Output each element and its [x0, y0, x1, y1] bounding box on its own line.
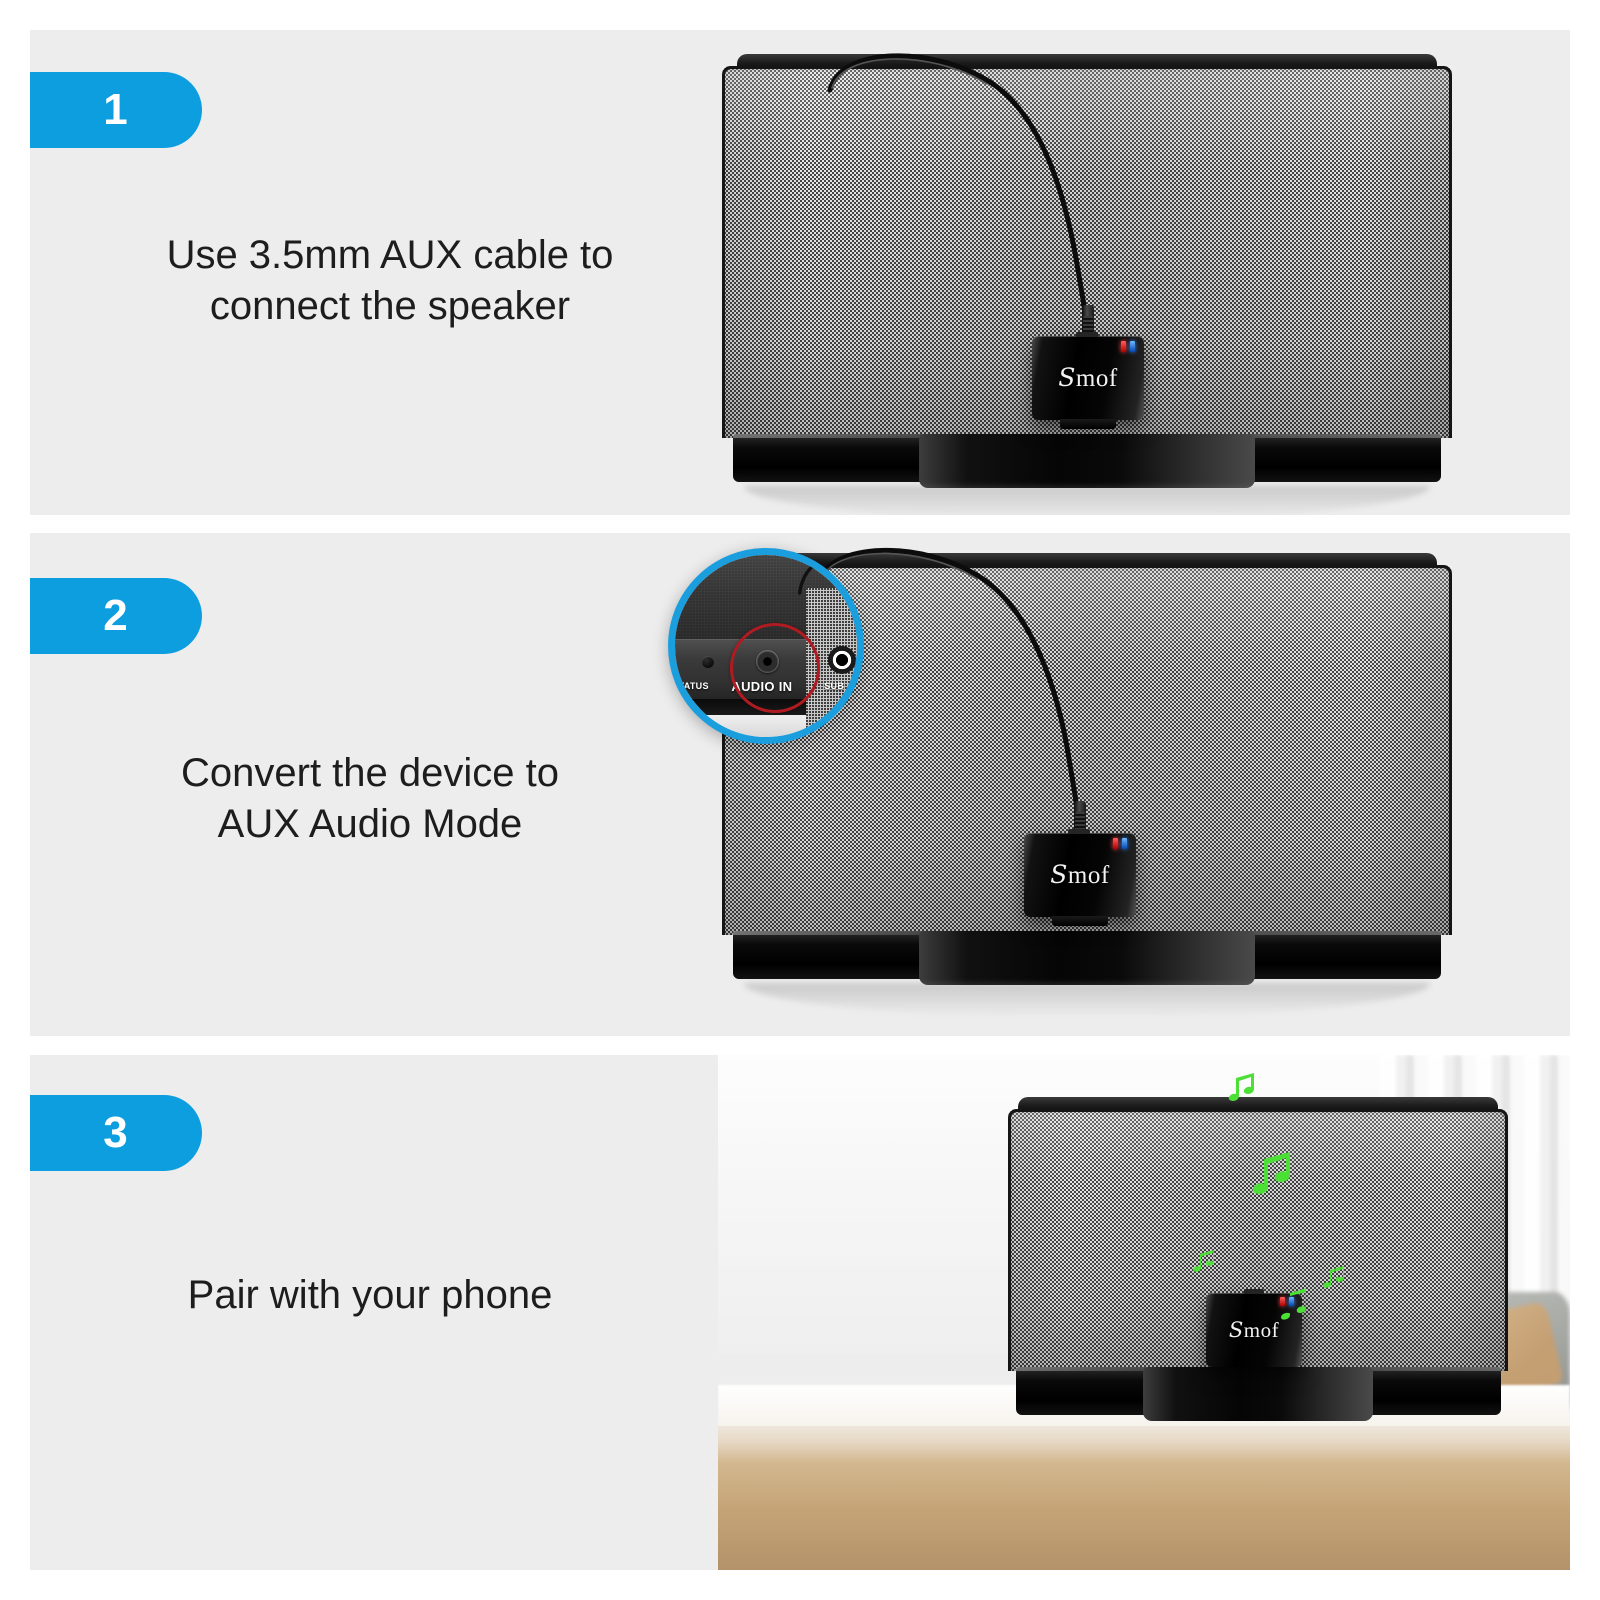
sub-out-jack	[827, 646, 856, 674]
smof-logo-text: mof	[1243, 1317, 1280, 1342]
smof-notch	[1244, 1289, 1264, 1294]
smof-logo: Smof	[1058, 363, 1117, 393]
sub-port-label: SUB	[824, 681, 845, 692]
status-port-label: TATUS	[678, 680, 709, 691]
music-note-icon	[1322, 1266, 1344, 1288]
smof-notch	[1076, 332, 1098, 337]
step-1-panel: 1 Use 3.5mm AUX cable to connect the spe…	[30, 30, 1570, 515]
smof-transmitter: Smof	[1032, 332, 1144, 429]
smof-logo-s: S	[1228, 1317, 1244, 1342]
step-3-caption: Pair with your phone	[60, 1270, 680, 1321]
smof-logo-s: S	[1058, 363, 1076, 392]
smof-logo-s: S	[1050, 860, 1068, 889]
smof-logo-text: mof	[1075, 365, 1118, 392]
smof-logo-text: mof	[1067, 862, 1110, 889]
music-note-icon	[1228, 1073, 1254, 1101]
smof-foot	[1060, 419, 1116, 429]
smof-led-group	[1121, 341, 1135, 352]
blue-led	[1130, 341, 1135, 352]
aux-cable	[827, 53, 1091, 351]
smof-transmitter: Smof	[1024, 829, 1136, 926]
smof-notch	[1068, 829, 1090, 834]
aux-cable-zoom	[797, 555, 845, 596]
port-magnifier: TATUS AUDIO IN SUB	[668, 548, 864, 744]
red-led	[1121, 341, 1126, 352]
music-note-icon	[1281, 1288, 1306, 1320]
step-3-panel: 3 Pair with your phone Smof	[30, 1055, 1570, 1570]
smof-logo: Smof	[1050, 860, 1109, 890]
step-3-caption-line1: Pair with your phone	[187, 1273, 553, 1317]
smof-foot	[1052, 916, 1108, 926]
room-table	[718, 1425, 1570, 1570]
smof-led-group	[1113, 838, 1127, 849]
music-note-icon	[1252, 1152, 1290, 1194]
step-3-number: 3	[103, 1108, 129, 1157]
smof-logo: Smof	[1229, 1318, 1279, 1343]
magnifier-content: TATUS AUDIO IN SUB	[675, 555, 857, 737]
blue-led	[1122, 838, 1127, 849]
red-led	[1113, 838, 1118, 849]
music-note-icon	[1192, 1250, 1214, 1272]
instruction-graphic: 1 Use 3.5mm AUX cable to connect the spe…	[0, 0, 1600, 1600]
highlight-ring	[729, 623, 820, 714]
step-3-badge: 3	[30, 1095, 202, 1171]
speaker-pedestal	[1143, 1367, 1373, 1421]
